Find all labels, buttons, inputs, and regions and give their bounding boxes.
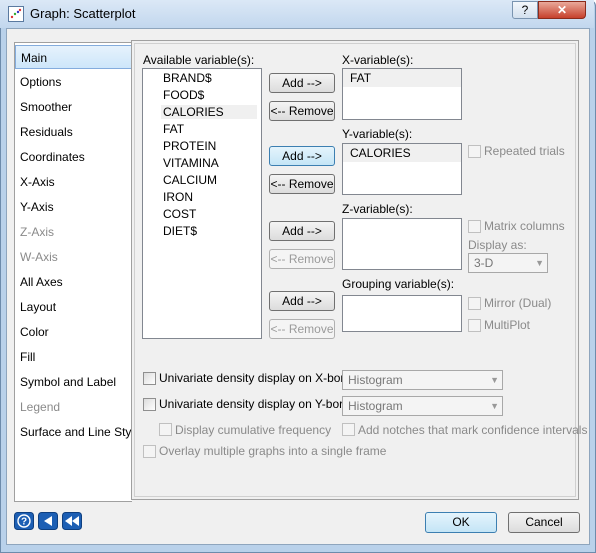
- matrix-columns-checkbox: [468, 220, 481, 233]
- x-variable-label: X-variable(s):: [342, 53, 414, 67]
- chevron-down-icon: ▼: [535, 258, 544, 268]
- x-add-button[interactable]: Add -->: [269, 73, 335, 93]
- tab-all-axes[interactable]: All Axes: [15, 270, 132, 294]
- tab-coordinates[interactable]: Coordinates: [15, 145, 132, 169]
- tab-color[interactable]: Color: [15, 320, 132, 344]
- y-remove-button[interactable]: <-- Remove: [269, 174, 335, 194]
- z-variable-label: Z-variable(s):: [342, 202, 413, 216]
- z-variable-list[interactable]: [342, 218, 462, 270]
- tab-surface-and-line-style[interactable]: Surface and Line Style: [15, 420, 141, 444]
- tab-y-axis[interactable]: Y-Axis: [15, 195, 132, 219]
- x-variable-list[interactable]: FAT: [342, 68, 462, 120]
- tab-symbol-and-label[interactable]: Symbol and Label: [15, 370, 132, 394]
- overlay-label: Overlay multiple graphs into a single fr…: [159, 444, 387, 458]
- list-item[interactable]: PROTEIN: [163, 139, 216, 153]
- y-add-button[interactable]: Add -->: [269, 146, 335, 166]
- notches-label: Add notches that mark confidence interva…: [358, 423, 588, 437]
- title-help-button[interactable]: ?: [512, 1, 538, 19]
- density-y-value: Histogram: [348, 399, 403, 413]
- list-item[interactable]: CALCIUM: [163, 173, 217, 187]
- tab-list: Main Options Smoother Residuals Coordina…: [14, 42, 141, 502]
- density-y-label: Univariate density display on Y-border: [159, 397, 361, 411]
- tab-layout[interactable]: Layout: [15, 295, 132, 319]
- cumulative-frequency-checkbox: [159, 423, 172, 436]
- z-add-button[interactable]: Add -->: [269, 221, 335, 241]
- x-variable-item[interactable]: FAT: [343, 69, 461, 87]
- repeated-trials-label: Repeated trials: [484, 144, 565, 158]
- back-icon[interactable]: [38, 512, 58, 530]
- tab-z-axis: Z-Axis: [20, 225, 54, 239]
- display-as-label: Display as:: [468, 238, 527, 252]
- repeated-trials-checkbox: [468, 145, 481, 158]
- y-variable-list[interactable]: CALORIES: [342, 143, 462, 195]
- multiplot-label: MultiPlot: [484, 318, 531, 332]
- list-item[interactable]: DIET$: [163, 224, 197, 238]
- svg-text:?: ?: [21, 517, 27, 528]
- tab-main[interactable]: Main: [15, 45, 132, 69]
- list-item[interactable]: FOOD$: [163, 88, 204, 102]
- tab-w-axis: W-Axis: [20, 250, 58, 264]
- tab-legend: Legend: [20, 400, 61, 414]
- close-button[interactable]: ✕: [538, 1, 586, 19]
- chevron-down-icon: ▼: [490, 375, 499, 385]
- list-item[interactable]: BRAND$: [163, 71, 212, 85]
- density-x-select: Histogram ▼: [342, 370, 503, 390]
- group-add-button[interactable]: Add -->: [269, 291, 335, 311]
- window-title: Graph: Scatterplot: [30, 6, 136, 21]
- z-remove-button: <-- Remove: [269, 249, 335, 269]
- title-bar[interactable]: Graph: Scatterplot: [0, 0, 594, 28]
- first-icon[interactable]: [62, 512, 82, 530]
- density-x-label: Univariate density display on X-border: [159, 371, 362, 385]
- cancel-button[interactable]: Cancel: [508, 512, 580, 533]
- list-item[interactable]: FAT: [163, 122, 184, 136]
- tab-fill[interactable]: Fill: [15, 345, 132, 369]
- multiplot-checkbox: [468, 319, 481, 332]
- density-x-checkbox[interactable]: [143, 372, 156, 385]
- notches-checkbox: [342, 423, 355, 436]
- density-y-select: Histogram ▼: [342, 396, 503, 416]
- scatterplot-app-icon: [8, 6, 24, 22]
- matrix-columns-label: Matrix columns: [484, 219, 565, 233]
- cumulative-frequency-label: Display cumulative frequency: [175, 423, 332, 437]
- tab-residuals[interactable]: Residuals: [15, 120, 132, 144]
- overlay-checkbox: [143, 445, 156, 458]
- available-variables-label: Available variable(s):: [143, 53, 255, 67]
- display-as-value: 3-D: [474, 256, 494, 270]
- x-remove-button[interactable]: <-- Remove: [269, 101, 335, 121]
- list-item[interactable]: COST: [163, 207, 196, 221]
- display-as-select: 3-D ▼: [468, 253, 548, 273]
- grouping-variable-label: Grouping variable(s):: [342, 277, 455, 291]
- help-icon[interactable]: ?: [14, 512, 34, 530]
- y-variable-label: Y-variable(s):: [342, 127, 413, 141]
- tab-x-axis[interactable]: X-Axis: [15, 170, 132, 194]
- chevron-down-icon: ▼: [490, 401, 499, 411]
- density-y-checkbox[interactable]: [143, 398, 156, 411]
- mirror-dual-label: Mirror (Dual): [484, 296, 552, 310]
- grouping-variable-list[interactable]: [342, 295, 462, 332]
- tab-options[interactable]: Options: [15, 70, 132, 94]
- list-item[interactable]: CALORIES: [161, 105, 257, 119]
- y-variable-item[interactable]: CALORIES: [343, 144, 461, 162]
- list-item[interactable]: VITAMINA: [163, 156, 219, 170]
- list-item[interactable]: IRON: [163, 190, 193, 204]
- density-x-value: Histogram: [348, 373, 403, 387]
- mirror-dual-checkbox: [468, 297, 481, 310]
- tab-smoother[interactable]: Smoother: [15, 95, 132, 119]
- ok-button[interactable]: OK: [425, 512, 497, 533]
- group-remove-button: <-- Remove: [269, 319, 335, 339]
- available-variables-list[interactable]: BRAND$ FOOD$ CALORIES FAT PROTEIN VITAMI…: [142, 68, 262, 339]
